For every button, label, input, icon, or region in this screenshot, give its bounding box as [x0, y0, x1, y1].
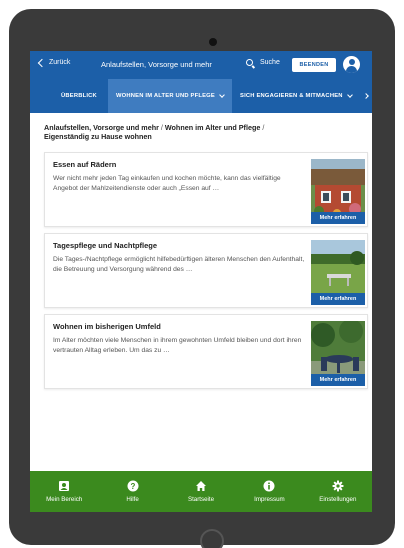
- user-account-icon[interactable]: [343, 56, 360, 73]
- nav-my-area[interactable]: Mein Bereich: [30, 471, 98, 512]
- more-info-button[interactable]: Mehr erfahren: [311, 374, 365, 386]
- card-text: Im Alter möchten viele Menschen in ihrem…: [53, 337, 302, 354]
- top-bar: Zurück Anlaufstellen, Vorsorge und mehr …: [30, 51, 372, 79]
- home-hardware-button[interactable]: [200, 529, 224, 548]
- info-icon: [263, 480, 275, 492]
- tab-scroll-right[interactable]: [363, 79, 369, 113]
- badge-icon: [59, 481, 70, 491]
- nav-settings[interactable]: Einstellungen: [304, 471, 372, 512]
- search-button[interactable]: Suche: [246, 59, 280, 66]
- card-title: Essen auf Rädern: [53, 160, 117, 169]
- card-title: Wohnen im bisherigen Umfeld: [53, 322, 161, 331]
- tab-label: ÜBERBLICK: [61, 93, 97, 99]
- more-info-button[interactable]: Mehr erfahren: [311, 212, 365, 224]
- tab-label: SICH ENGAGIEREN & MITMACHEN: [240, 93, 343, 99]
- breadcrumb: Anlaufstellen, Vorsorge und mehr / Wohnen …: [44, 123, 344, 141]
- content-card[interactable]: Tagespflege und Nachtpflege Die Tages-/N…: [44, 233, 368, 308]
- nav-help[interactable]: ? Hilfe: [98, 471, 166, 512]
- nav-label: Impressum: [254, 496, 285, 503]
- card-text: Wer nicht mehr jeden Tag einkaufen und k…: [53, 175, 281, 192]
- search-icon: [246, 59, 253, 66]
- back-button[interactable]: Zurück: [37, 58, 71, 68]
- content-card[interactable]: Wohnen im bisherigen Umfeld Im Alter möc…: [44, 314, 368, 389]
- tab-bar: ÜBERBLICK WOHNEN IM ALTER UND PFLEGE SIC…: [30, 79, 372, 113]
- card-title: Tagespflege und Nachtpflege: [53, 241, 158, 250]
- tab-living-and-care[interactable]: WOHNEN IM ALTER UND PFLEGE: [108, 79, 232, 113]
- chevron-down-icon: [219, 92, 225, 98]
- tab-label: WOHNEN IM ALTER UND PFLEGE: [116, 93, 215, 99]
- nav-imprint[interactable]: Impressum: [235, 471, 303, 512]
- breadcrumb-item[interactable]: Wohnen im Alter und Pflege: [165, 123, 260, 132]
- page-title: Anlaufstellen, Vorsorge und mehr: [101, 60, 212, 69]
- chevron-left-icon: [37, 58, 47, 68]
- content-card[interactable]: Essen auf Rädern Wer nicht mehr jeden Ta…: [44, 152, 368, 227]
- breadcrumb-separator: /: [262, 123, 265, 132]
- breadcrumb-separator: /: [160, 123, 163, 132]
- app-screen: Zurück Anlaufstellen, Vorsorge und mehr …: [30, 51, 372, 512]
- camera-dot: [209, 38, 217, 46]
- breadcrumb-current: Eigenständig zu Hause wohnen: [44, 132, 152, 141]
- search-label: Suche: [260, 59, 280, 66]
- chevron-down-icon: [346, 92, 353, 98]
- tab-overview[interactable]: ÜBERBLICK: [61, 79, 97, 113]
- bottom-navigation: Mein Bereich ? Hilfe Startseite Impressu…: [30, 471, 372, 512]
- nav-label: Startseite: [187, 496, 215, 503]
- home-icon: [196, 481, 207, 491]
- end-button[interactable]: BEENDEN: [292, 58, 336, 72]
- card-text: Die Tages-/Nachtpflege ermöglicht hilfeb…: [53, 256, 305, 273]
- more-info-button[interactable]: Mehr erfahren: [311, 293, 365, 305]
- gear-icon: [332, 480, 344, 492]
- svg-text:?: ?: [130, 482, 135, 491]
- nav-home[interactable]: Startseite: [167, 471, 235, 512]
- help-icon: ?: [127, 480, 139, 492]
- nav-label: Einstellungen: [319, 496, 357, 503]
- chevron-right-icon: [363, 93, 369, 99]
- back-label: Zurück: [49, 59, 71, 66]
- nav-label: Mein Bereich: [46, 496, 83, 503]
- nav-label: Hilfe: [126, 496, 139, 503]
- tab-engage[interactable]: SICH ENGAGIEREN & MITMACHEN: [240, 79, 353, 113]
- breadcrumb-item[interactable]: Anlaufstellen, Vorsorge und mehr: [44, 123, 159, 132]
